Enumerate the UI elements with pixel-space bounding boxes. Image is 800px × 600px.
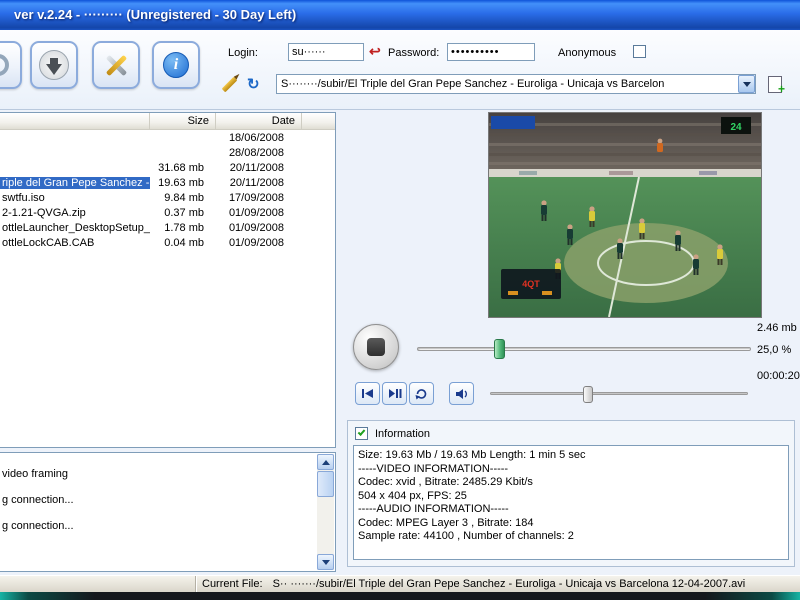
- stop-button[interactable]: [353, 324, 399, 370]
- log-line: video framing: [2, 468, 69, 480]
- title-bar[interactable]: ver v.2.24 - ········· (Unregistered - 3…: [0, 0, 800, 30]
- loop-icon: [415, 388, 427, 399]
- table-row[interactable]: ottleLockCAB.CAB 0.04 mb 01/09/2008: [0, 235, 335, 250]
- video-preview: 24 4QT: [488, 112, 762, 318]
- info-line: -----VIDEO INFORMATION-----: [358, 462, 509, 475]
- current-file-value: S·· ·······/subir/El Triple del Gran Pep…: [272, 578, 746, 590]
- table-row[interactable]: 31.68 mb 20/11/2008: [0, 160, 335, 175]
- table-row-selected[interactable]: riple del Gran Pepe Sanchez - E 19.63 mb…: [0, 175, 335, 190]
- log-scrollbar[interactable]: [317, 454, 334, 570]
- window-title: ver v.2.24 - ········· (Unregistered - 3…: [14, 7, 297, 22]
- scrollbar-thumb[interactable]: [317, 471, 334, 497]
- anonymous-label: Anonymous: [558, 47, 617, 59]
- wrench-icon: [102, 51, 130, 79]
- current-file-label: Current File:: [202, 578, 263, 590]
- toolbar: i Login: ↩ Password: Anonymous ↻ S······…: [0, 30, 800, 110]
- add-file-icon[interactable]: +: [768, 76, 785, 96]
- information-label: Information: [375, 428, 431, 440]
- play-pause-icon: [388, 389, 401, 398]
- download-button[interactable]: [30, 41, 78, 89]
- check-icon: [357, 428, 366, 436]
- password-label: Password:: [388, 47, 440, 59]
- refresh-icon[interactable]: ↻: [247, 75, 260, 93]
- column-header-name[interactable]: [0, 113, 150, 130]
- stop-icon: [367, 338, 385, 356]
- edit-pencil-icon[interactable]: [221, 76, 238, 93]
- info-button[interactable]: i: [152, 41, 200, 89]
- connect-button[interactable]: [0, 41, 22, 89]
- skip-start-icon: [362, 389, 373, 398]
- undo-arrow-icon[interactable]: ↩: [369, 43, 381, 60]
- info-line: Codec: MPEG Layer 3 , Bitrate: 184: [358, 516, 534, 529]
- loop-button[interactable]: [409, 382, 434, 405]
- information-group: Information Size: 19.63 Mb / 19.63 Mb Le…: [347, 420, 795, 567]
- info-line: 504 x 404 px, FPS: 25: [358, 489, 467, 502]
- status-bar-left-section: [0, 576, 196, 592]
- log-line: g connection...: [2, 520, 74, 532]
- svg-text:4QT: 4QT: [522, 279, 540, 289]
- info-line: -----AUDIO INFORMATION-----: [358, 503, 509, 515]
- progress-thumb[interactable]: [493, 339, 505, 359]
- progress-slider[interactable]: [417, 338, 751, 362]
- volume-slider[interactable]: [490, 384, 748, 406]
- path-combobox-text: S········/subir/El Triple del Gran Pepe …: [281, 78, 665, 90]
- table-row[interactable]: 2-1.21-QVGA.zip 0.37 mb 01/09/2008: [0, 205, 335, 220]
- skip-start-button[interactable]: [355, 382, 380, 405]
- information-checkbox[interactable]: [355, 427, 368, 440]
- scroll-up-button[interactable]: [317, 454, 334, 470]
- download-percent-text: 25,0 %: [757, 344, 792, 356]
- speaker-icon: [455, 388, 467, 399]
- table-row[interactable]: swtfu.iso 9.84 mb 17/09/2008: [0, 190, 335, 205]
- column-header-date[interactable]: Date: [216, 113, 302, 130]
- file-list-header: Size Date: [0, 113, 335, 130]
- volume-thumb[interactable]: [582, 386, 593, 403]
- connect-icon: [0, 54, 9, 76]
- file-rows: 18/06/2008 28/08/2008 31.68 mb 20/11/200…: [0, 130, 335, 250]
- settings-button[interactable]: [92, 41, 140, 89]
- play-pause-button[interactable]: [382, 382, 407, 405]
- table-row[interactable]: 28/08/2008: [0, 145, 335, 160]
- password-input[interactable]: [447, 43, 535, 61]
- info-icon: i: [163, 52, 189, 78]
- combobox-dropdown-button[interactable]: [738, 75, 755, 93]
- arrow-down-icon: [321, 559, 330, 565]
- info-box: Size: 19.63 Mb / 19.63 Mb Length: 1 min …: [353, 445, 789, 560]
- column-header-size[interactable]: Size: [150, 113, 216, 130]
- info-line: Size: 19.63 Mb / 19.63 Mb Length: 1 min …: [358, 449, 586, 461]
- mute-button[interactable]: [449, 382, 474, 405]
- info-line: Sample rate: 44100 , Number of channels:…: [358, 530, 574, 542]
- scroll-down-button[interactable]: [317, 554, 334, 570]
- log-line: g connection...: [2, 494, 74, 506]
- arrow-up-icon: [321, 459, 330, 465]
- app-window: ver v.2.24 - ········· (Unregistered - 3…: [0, 0, 800, 600]
- chevron-down-icon: [742, 81, 751, 87]
- download-arrow-icon: [39, 50, 69, 80]
- login-input[interactable]: [288, 43, 364, 61]
- download-size-text: 2.46 mb: [757, 322, 797, 334]
- file-list-panel: Size Date 18/06/2008 28/08/2008 31.68 mb…: [0, 112, 336, 448]
- time-text: 00:00:20: [757, 370, 800, 382]
- svg-text:24: 24: [730, 122, 742, 133]
- desktop-edge-strip: [0, 592, 800, 600]
- anonymous-checkbox[interactable]: [633, 45, 646, 58]
- player-panel: 24 4QT 2.46 mb 25,0 % 00:00:20 Informati…: [345, 110, 800, 575]
- video-frame-image: 24 4QT: [489, 113, 761, 318]
- table-row[interactable]: 18/06/2008: [0, 130, 335, 145]
- info-line: Codec: xvid , Bitrate: 2485.29 Kbit/s: [358, 476, 533, 488]
- log-panel: video framing g connection... g connecti…: [0, 452, 336, 572]
- path-combobox[interactable]: S········/subir/El Triple del Gran Pepe …: [276, 74, 756, 94]
- status-bar: Current File: S·· ·······/subir/El Tripl…: [0, 575, 800, 592]
- login-label: Login:: [228, 47, 258, 59]
- table-row[interactable]: ottleLauncher_DesktopSetup_0 1.78 mb 01/…: [0, 220, 335, 235]
